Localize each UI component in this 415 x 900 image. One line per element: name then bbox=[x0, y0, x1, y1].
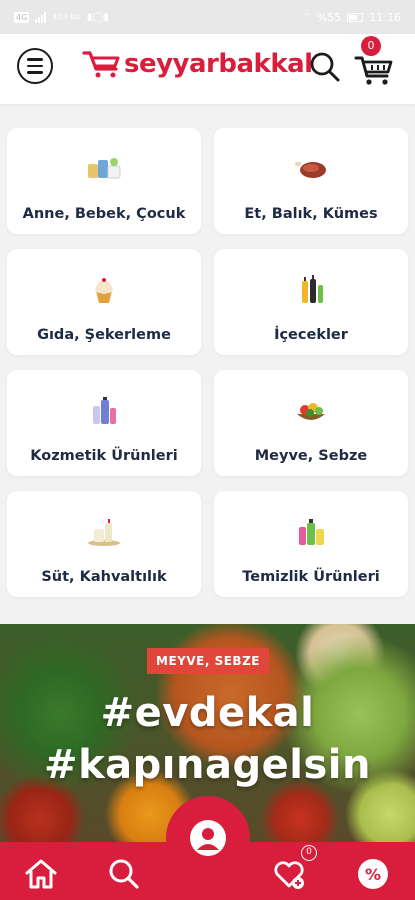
category-label: Meyve, Sebze bbox=[254, 448, 368, 464]
category-card-meyve-sebze[interactable]: Meyve, Sebze bbox=[214, 370, 408, 476]
app-header: seyyarbakkal bbox=[0, 34, 415, 104]
cleaning-products-icon bbox=[299, 519, 324, 545]
cosmetics-icon bbox=[93, 397, 116, 424]
category-card-sut-kahvaltilik[interactable]: Süt, Kahvaltılık bbox=[7, 491, 201, 597]
category-card-temizlik[interactable]: Temizlik Ürünleri bbox=[214, 491, 408, 597]
fruit-vegetable-icon bbox=[297, 403, 325, 420]
wifi-icon: ◠ bbox=[302, 11, 311, 23]
favorites-icon[interactable] bbox=[271, 856, 307, 892]
category-label: Kozmetik Ürünleri bbox=[30, 448, 178, 464]
profile-icon bbox=[197, 828, 219, 850]
clock: 11:16 bbox=[369, 10, 401, 24]
category-card-kozmetik[interactable]: Kozmetik Ürünleri bbox=[7, 370, 201, 476]
svg-text:%: % bbox=[365, 865, 381, 884]
battery-percent: %55 bbox=[316, 10, 342, 24]
banner-hashtag-kapinagelsin: #kapınagelsin bbox=[44, 742, 371, 788]
battery-icon bbox=[347, 12, 364, 22]
discount-icon[interactable]: % bbox=[355, 856, 391, 892]
profile-button[interactable] bbox=[166, 796, 250, 880]
category-label: Anne, Bebek, Çocuk bbox=[22, 206, 186, 222]
cart-logo-icon bbox=[82, 51, 120, 78]
favorites-count-badge: 0 bbox=[301, 845, 317, 861]
category-card-gida[interactable]: Gıda, Şekerleme bbox=[7, 249, 201, 355]
cupcake-icon bbox=[95, 278, 113, 303]
drinks-icon bbox=[302, 275, 323, 303]
home-icon[interactable] bbox=[23, 856, 59, 892]
category-card-icecekler[interactable]: İçecekler bbox=[214, 249, 408, 355]
dairy-breakfast-icon bbox=[88, 519, 120, 546]
baby-products-icon bbox=[88, 158, 121, 179]
cart-count-badge: 0 bbox=[361, 36, 381, 56]
network-speed: 33.3 K/s bbox=[52, 12, 81, 21]
brand-logo[interactable]: seyyarbakkal bbox=[82, 46, 313, 82]
status-bar: 4G 33.3 K/s ▮◯▮ ◠ %55 11:16 bbox=[0, 0, 415, 34]
category-label: Et, Balık, Kümes bbox=[244, 206, 378, 222]
network-type-icon: 4G bbox=[14, 11, 30, 23]
category-label: Gıda, Şekerleme bbox=[37, 327, 171, 343]
category-label: İçecekler bbox=[274, 327, 348, 343]
category-label: Temizlik Ürünleri bbox=[242, 569, 380, 585]
search-icon[interactable] bbox=[308, 50, 342, 84]
vibrate-icon: ▮◯▮ bbox=[86, 11, 109, 23]
brand-name: seyyarbakkal bbox=[124, 49, 313, 79]
category-card-anne-bebek[interactable]: Anne, Bebek, Çocuk bbox=[7, 128, 201, 234]
hamburger-menu-icon[interactable] bbox=[17, 48, 53, 84]
category-card-et-balik[interactable]: Et, Balık, Kümes bbox=[214, 128, 408, 234]
banner-hashtag-evdekal: #evdekal bbox=[100, 690, 315, 736]
banner-category-tag[interactable]: MEYVE, SEBZE bbox=[147, 648, 269, 674]
search-icon[interactable] bbox=[106, 856, 142, 892]
signal-icon bbox=[35, 11, 47, 23]
meat-icon bbox=[295, 162, 326, 178]
category-label: Süt, Kahvaltılık bbox=[41, 569, 167, 585]
